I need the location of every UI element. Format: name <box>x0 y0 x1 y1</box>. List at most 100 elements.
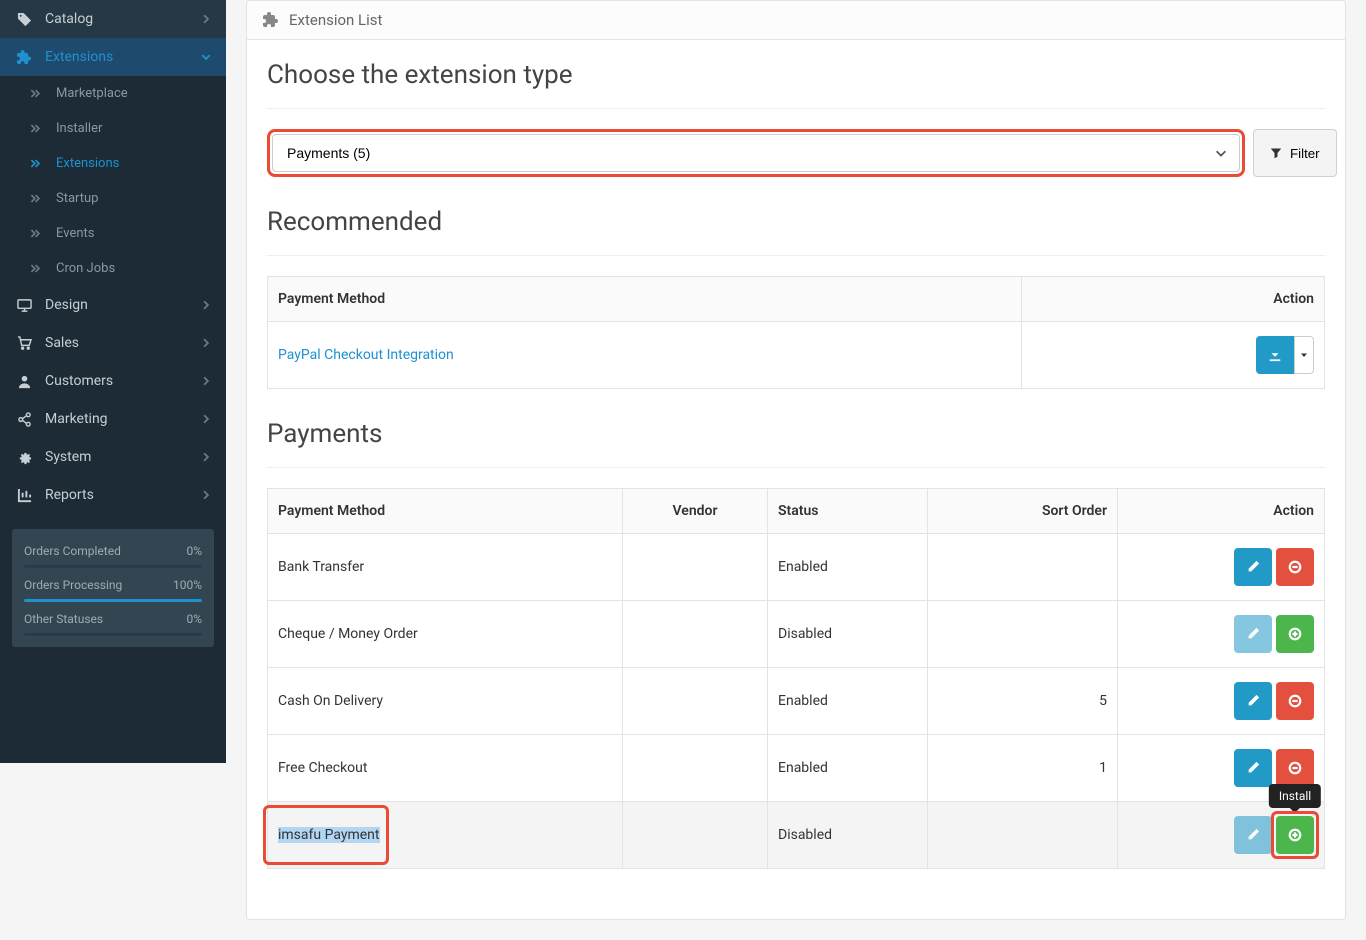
filter-button[interactable]: Filter <box>1253 129 1337 177</box>
chevron-right-icon <box>201 452 211 462</box>
sidebar-item-design[interactable]: Design <box>0 286 226 324</box>
cell-status: Enabled <box>768 735 928 802</box>
install-highlight: Install <box>1276 816 1314 854</box>
sidebar-item-label: Marketing <box>45 411 201 427</box>
recommended-title: Recommended <box>267 207 1325 237</box>
uninstall-button[interactable] <box>1276 682 1314 720</box>
stat-bar <box>24 599 202 602</box>
cell-action <box>1118 601 1325 668</box>
sidebar-item-label: Design <box>45 297 201 313</box>
dropdown-toggle-button[interactable] <box>1294 336 1314 374</box>
sidebar-subitem-events[interactable]: Events <box>6 216 226 251</box>
cell-action <box>1118 668 1325 735</box>
stat-label: Other Statuses <box>24 612 103 626</box>
cart-icon <box>15 336 33 351</box>
stat-bar <box>24 565 202 568</box>
cell-sort <box>928 601 1118 668</box>
divider <box>267 108 1325 109</box>
install-button[interactable] <box>1276 816 1314 854</box>
sidebar-item-label: Catalog <box>45 11 201 27</box>
uninstall-button[interactable] <box>1276 749 1314 787</box>
stat-bar <box>24 633 202 636</box>
sidebar-subitem-startup[interactable]: Startup <box>6 181 226 216</box>
edit-button[interactable] <box>1234 682 1272 720</box>
table-row: Cheque / Money Order Disabled <box>268 601 1325 668</box>
stat-value: 100% <box>173 578 202 592</box>
download-button[interactable] <box>1256 336 1294 374</box>
divider <box>267 467 1325 468</box>
cell-vendor <box>623 668 768 735</box>
sidebar: Catalog Extensions Marketplace Installer… <box>0 0 226 763</box>
sidebar-item-marketing[interactable]: Marketing <box>0 400 226 438</box>
sidebar-item-customers[interactable]: Customers <box>0 362 226 400</box>
sidebar-item-system[interactable]: System <box>0 438 226 476</box>
cell-vendor <box>623 735 768 802</box>
sidebar-item-extensions[interactable]: Extensions <box>0 38 226 76</box>
double-chevron-icon <box>26 228 44 239</box>
cell-action <box>1118 534 1325 601</box>
sidebar-subitem-label: Startup <box>56 191 211 206</box>
table-row: Bank Transfer Enabled <box>268 534 1325 601</box>
sidebar-subitem-extensions[interactable]: Extensions <box>6 146 226 181</box>
action-group: Install <box>1234 816 1314 854</box>
selector-row: Payments (5) Filter <box>267 129 1325 177</box>
cell-action <box>1022 322 1325 389</box>
payment-link[interactable]: PayPal Checkout Integration <box>278 347 454 363</box>
payments-title: Payments <box>267 419 1325 449</box>
sidebar-item-label: Customers <box>45 373 201 389</box>
cell-status: Disabled <box>768 802 928 869</box>
sidebar-item-label: Reports <box>45 487 201 503</box>
filter-icon <box>1270 147 1282 159</box>
cell-method: Free Checkout <box>268 735 623 802</box>
chevron-right-icon <box>201 376 211 386</box>
panel-heading: Extension List <box>247 1 1345 40</box>
sidebar-item-catalog[interactable]: Catalog <box>0 0 226 38</box>
col-method: Payment Method <box>268 489 623 534</box>
stat-value: 0% <box>186 544 202 558</box>
sidebar-subitem-installer[interactable]: Installer <box>6 111 226 146</box>
col-action: Action <box>1022 277 1325 322</box>
install-tooltip: Install <box>1269 784 1321 808</box>
sidebar-subitem-cron-jobs[interactable]: Cron Jobs <box>6 251 226 286</box>
table-row: imsafu Payment Disabled Install <box>268 802 1325 869</box>
sidebar-subitem-label: Installer <box>56 121 211 136</box>
chevron-right-icon <box>201 300 211 310</box>
table-row: Cash On Delivery Enabled 5 <box>268 668 1325 735</box>
extension-type-select-wrap: Payments (5) <box>272 134 1240 172</box>
cell-action: Install <box>1118 802 1325 869</box>
sidebar-subitem-marketplace[interactable]: Marketplace <box>6 76 226 111</box>
cell-sort: 5 <box>928 668 1118 735</box>
install-button[interactable] <box>1276 615 1314 653</box>
gear-icon <box>15 450 33 465</box>
action-group <box>1234 615 1314 653</box>
cell-vendor <box>623 802 768 869</box>
sidebar-item-label: Sales <box>45 335 201 351</box>
chevron-right-icon <box>201 490 211 500</box>
action-group <box>1234 682 1314 720</box>
action-group <box>1256 336 1314 374</box>
cell-sort <box>928 534 1118 601</box>
chevron-right-icon <box>201 338 211 348</box>
col-vendor: Vendor <box>623 489 768 534</box>
sidebar-item-reports[interactable]: Reports <box>0 476 226 514</box>
table-header-row: Payment Method Action <box>268 277 1325 322</box>
puzzle-icon <box>263 12 279 28</box>
stat-bar-fill <box>24 599 202 602</box>
choose-ext-title: Choose the extension type <box>267 60 1325 90</box>
cell-method: imsafu Payment <box>268 802 623 869</box>
cell-sort: 1 <box>928 735 1118 802</box>
stat-label: Orders Processing <box>24 578 122 592</box>
method-text: imsafu Payment <box>278 827 380 843</box>
double-chevron-icon <box>26 123 44 134</box>
edit-button[interactable] <box>1234 749 1272 787</box>
col-status: Status <box>768 489 928 534</box>
recommended-table: Payment Method Action PayPal Checkout In… <box>267 276 1325 389</box>
uninstall-button[interactable] <box>1276 548 1314 586</box>
stat-row: Orders Completed0% <box>24 537 202 565</box>
extension-type-select[interactable]: Payments (5) <box>272 134 1240 172</box>
cell-method: Cash On Delivery <box>268 668 623 735</box>
edit-button[interactable] <box>1234 548 1272 586</box>
sidebar-item-sales[interactable]: Sales <box>0 324 226 362</box>
main-content: Extension List Choose the extension type… <box>226 0 1366 920</box>
double-chevron-icon <box>26 158 44 169</box>
